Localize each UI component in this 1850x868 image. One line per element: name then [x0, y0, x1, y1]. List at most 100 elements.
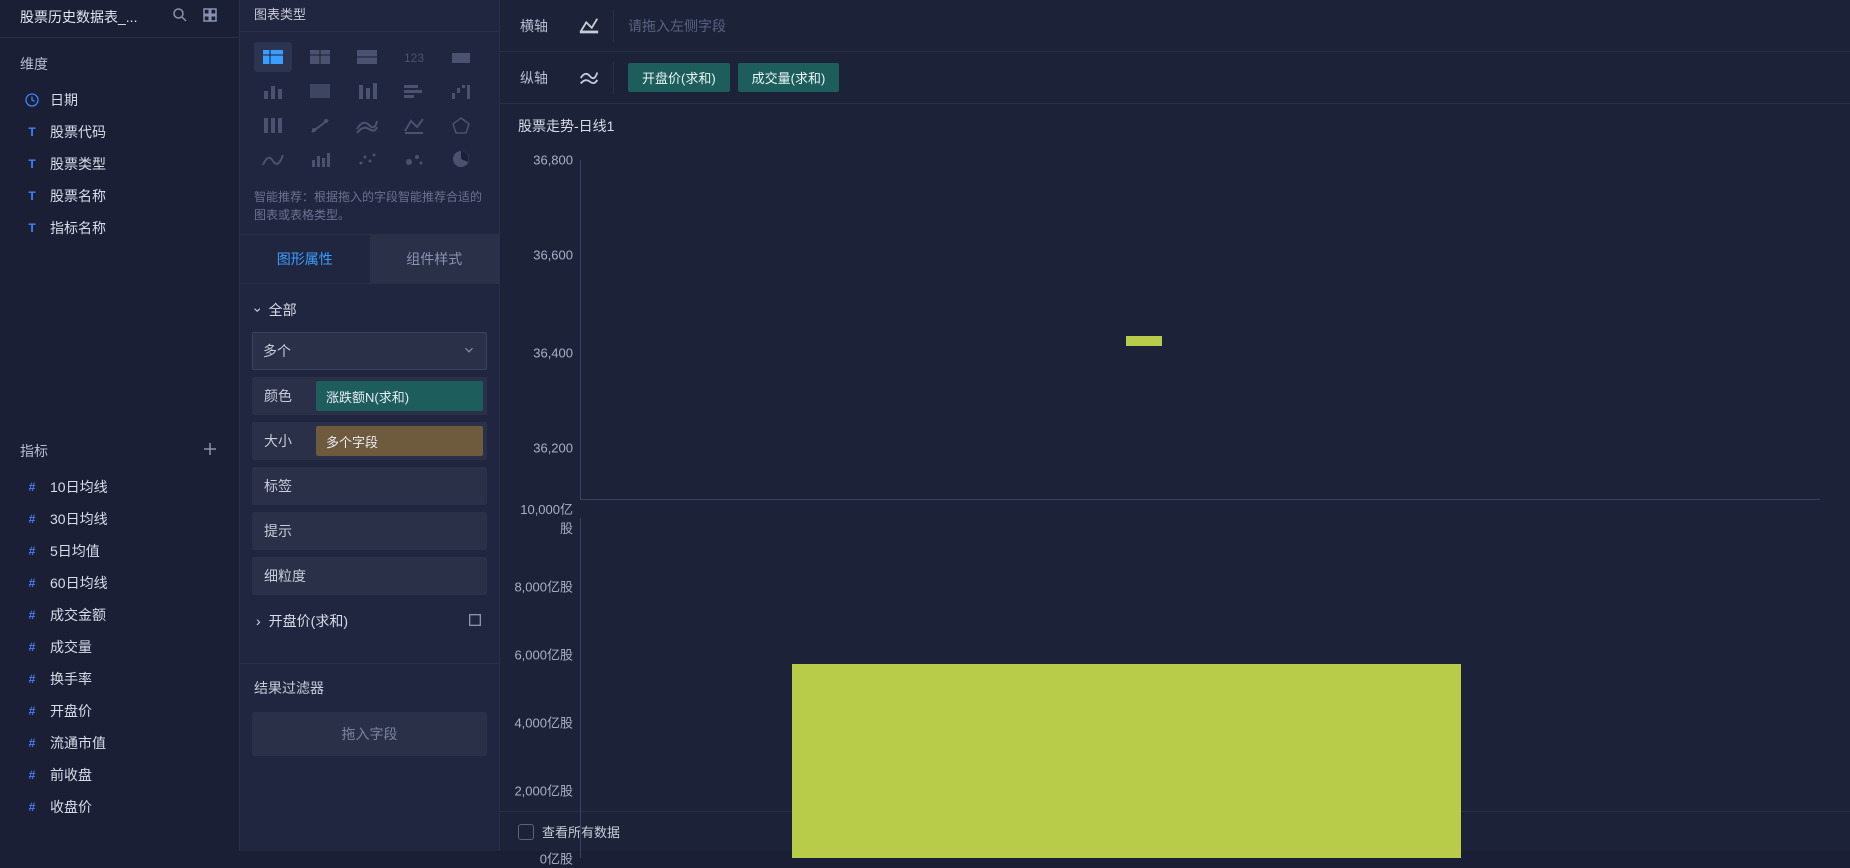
- chart-type-bubble-icon[interactable]: [395, 144, 433, 174]
- y-tick: 2,000亿股: [511, 781, 573, 800]
- size-value-pill[interactable]: 多个字段: [316, 426, 483, 456]
- dimension-field[interactable]: T股票名称: [10, 180, 229, 212]
- chart-type-bar-icon[interactable]: [395, 76, 433, 106]
- y-axis-field-pill[interactable]: 成交量(求和): [738, 63, 840, 92]
- color-label: 颜色: [252, 386, 316, 406]
- metrics-label: 指标: [20, 441, 48, 461]
- field-label: 成交量: [50, 637, 92, 657]
- x-axis-type-icon[interactable]: [574, 10, 614, 42]
- field-label: 股票类型: [50, 154, 106, 174]
- size-property-row[interactable]: 大小 多个字段: [252, 422, 487, 460]
- chart-type-area-icon[interactable]: [348, 110, 386, 140]
- dimension-field[interactable]: 日期: [10, 84, 229, 116]
- x-axis-placeholder: 请拖入左侧字段: [628, 16, 726, 36]
- y-axis-field-pill[interactable]: 开盘价(求和): [628, 63, 730, 92]
- fields-sidebar: 股票历史数据表_... 维度 日期T股票代码T股票类型T股票名称T指标名称 指标…: [0, 0, 240, 851]
- chart-type-percentbar-icon[interactable]: [254, 110, 292, 140]
- y-tick: 10,000亿股: [511, 499, 573, 537]
- x-axis-dropzone[interactable]: 请拖入左侧字段: [628, 16, 1830, 36]
- hash-icon: #: [24, 479, 40, 495]
- chart-type-combo-icon[interactable]: [395, 110, 433, 140]
- y-axis-dropzone[interactable]: 开盘价(求和) 成交量(求和): [628, 63, 1830, 92]
- label-property-row[interactable]: 标签: [252, 467, 487, 505]
- chart-type-gauge-icon[interactable]: [442, 42, 480, 72]
- metric-field[interactable]: #流通市值: [10, 727, 229, 759]
- y-tick: 36,400: [511, 346, 573, 361]
- view-all-checkbox[interactable]: [518, 824, 534, 840]
- chart-type-title: 图表类型: [240, 0, 499, 32]
- tab-component-style[interactable]: 组件样式: [370, 235, 500, 283]
- hash-icon: #: [24, 799, 40, 815]
- chart-type-radar-icon[interactable]: [442, 110, 480, 140]
- metric-field[interactable]: #30日均线: [10, 503, 229, 535]
- settings-icon[interactable]: [201, 6, 219, 27]
- dimension-field[interactable]: T 股票类型: [10, 148, 229, 180]
- metric-field[interactable]: #成交金额: [10, 599, 229, 631]
- filter-dropzone[interactable]: 拖入字段: [252, 712, 487, 756]
- dimension-field[interactable]: T指标名称: [10, 212, 229, 244]
- y-axis-bar: 纵轴 开盘价(求和) 成交量(求和): [500, 52, 1850, 104]
- hash-icon: #: [24, 607, 40, 623]
- field-label: 指标名称: [50, 218, 106, 238]
- expand-all-row[interactable]: › 全部: [252, 294, 487, 326]
- text-icon: T: [24, 188, 40, 204]
- field-label: 前收盘: [50, 765, 92, 785]
- hash-icon: #: [24, 703, 40, 719]
- chart-type-grouptable-icon[interactable]: [348, 42, 386, 72]
- chart-area: 股票走势-日线1 36,800 36,600 36,400 36,200 10,…: [500, 104, 1850, 851]
- y-tick: 36,200: [511, 441, 573, 456]
- tab-graphic-properties[interactable]: 图形属性: [240, 235, 370, 283]
- grain-label: 细粒度: [252, 566, 316, 586]
- series-expand-label: 开盘价(求和): [269, 611, 348, 631]
- chart-canvas: 36,800 36,600 36,400 36,200 10,000亿股 8,0…: [500, 148, 1850, 811]
- y-tick: 36,600: [511, 247, 573, 262]
- metric-field[interactable]: #前收盘: [10, 759, 229, 791]
- tooltip-label: 提示: [252, 521, 316, 541]
- bar-volume[interactable]: [792, 664, 1461, 858]
- shape-select[interactable]: 多个: [252, 332, 487, 370]
- subchart-volume: 10,000亿股 8,000亿股 6,000亿股 4,000亿股 2,000亿股…: [580, 518, 1820, 858]
- series-expand-row[interactable]: › 开盘价(求和): [252, 605, 487, 637]
- chart-type-heatmap-icon[interactable]: [301, 76, 339, 106]
- size-label: 大小: [252, 431, 316, 451]
- metric-field[interactable]: #成交量: [10, 631, 229, 663]
- chart-type-kpi-icon[interactable]: 123: [395, 42, 433, 72]
- color-property-row[interactable]: 颜色 涨跌额N(求和): [252, 377, 487, 415]
- field-label: 开盘价: [50, 701, 92, 721]
- chart-type-waterfall-icon[interactable]: [442, 76, 480, 106]
- metric-field[interactable]: # 开盘价: [10, 695, 229, 727]
- y-axis-type-icon[interactable]: [574, 62, 614, 94]
- y-axis-label: 纵轴: [520, 68, 560, 88]
- field-label: 60日均线: [50, 573, 108, 593]
- hash-icon: #: [24, 543, 40, 559]
- grain-property-row[interactable]: 细粒度: [252, 557, 487, 595]
- chart-type-funnel-icon[interactable]: [301, 144, 339, 174]
- chart-type-pie-icon[interactable]: [442, 144, 480, 174]
- chart-type-crosstab-icon[interactable]: [301, 42, 339, 72]
- datasource-title: 股票历史数据表_...: [20, 7, 171, 27]
- y-tick: 0亿股: [511, 849, 573, 868]
- metrics-header: 指标: [0, 424, 239, 471]
- text-icon: T: [24, 156, 40, 172]
- expand-icon[interactable]: [467, 612, 483, 631]
- dimension-field[interactable]: T股票代码: [10, 116, 229, 148]
- chart-type-line-icon[interactable]: [254, 144, 292, 174]
- x-axis-bar: 横轴 请拖入左侧字段: [500, 0, 1850, 52]
- add-metric-icon[interactable]: [201, 440, 219, 461]
- metric-field[interactable]: #10日均线: [10, 471, 229, 503]
- bar-open-price[interactable]: [1126, 336, 1162, 346]
- metric-field[interactable]: #5日均值: [10, 535, 229, 567]
- chart-type-scatter-icon[interactable]: [348, 144, 386, 174]
- chart-type-table-icon[interactable]: [254, 42, 292, 72]
- filter-title: 结果过滤器: [240, 664, 499, 708]
- metric-field[interactable]: #收盘价: [10, 791, 229, 823]
- tooltip-property-row[interactable]: 提示: [252, 512, 487, 550]
- color-value-pill[interactable]: 涨跌额N(求和): [316, 381, 483, 411]
- chart-type-rangebar-icon[interactable]: [301, 110, 339, 140]
- search-icon[interactable]: [171, 6, 189, 27]
- chart-type-stackedbar-icon[interactable]: [348, 76, 386, 106]
- y-tick: 8,000亿股: [511, 577, 573, 596]
- metric-field[interactable]: #换手率: [10, 663, 229, 695]
- metric-field[interactable]: #60日均线: [10, 567, 229, 599]
- chart-type-column-icon[interactable]: [254, 76, 292, 106]
